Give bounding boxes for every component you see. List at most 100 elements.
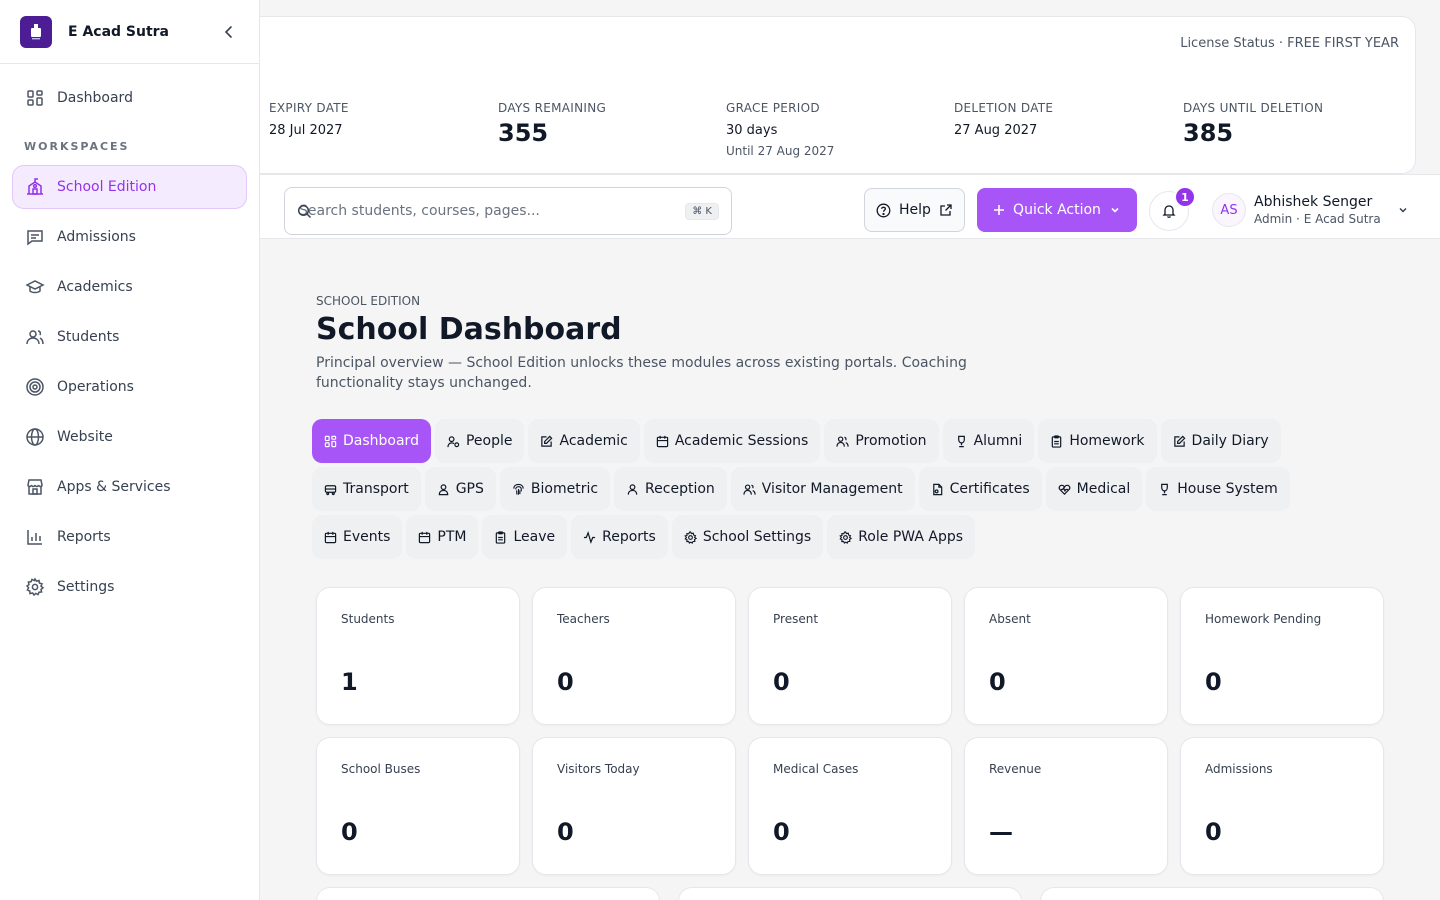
sidebar-item-label: Operations [57,379,134,395]
card-label: Admissions [1205,762,1273,776]
tab-label: Events [343,529,391,545]
tab-ptm[interactable]: PTM [406,515,479,559]
sidebar-item-academics[interactable]: Academics [12,265,247,309]
notifications-button[interactable]: 1 [1149,186,1196,231]
tab-role-pwa-apps[interactable]: Role PWA Apps [827,515,976,559]
tab-academic-sessions[interactable]: Academic Sessions [643,419,821,463]
users-icon [743,483,756,495]
user-icon [627,483,638,495]
days-remaining-stat: DAYS REMAINING 355 [498,101,606,147]
days-until-deletion-stat: DAYS UNTIL DELETION 385 [1183,101,1323,147]
tab-label: Leave [513,529,556,545]
sidebar: E Acad Sutra Dashboard WORKSPACES School… [0,0,260,900]
stat-card-school-buses: School Buses 0 [316,737,520,875]
sidebar-item-label: Reports [57,529,111,545]
tab-leave[interactable]: Leave [482,515,568,559]
tab-gps[interactable]: GPS [424,467,496,511]
sidebar-item-reports[interactable]: Reports [12,515,247,559]
tab-visitor-management[interactable]: Visitor Management [730,467,915,511]
tab-house-system[interactable]: House System [1146,467,1290,511]
panel-card [316,887,660,900]
sidebar-item-label: Admissions [57,229,136,245]
tab-reports[interactable]: Reports [571,515,668,559]
page-title: School Dashboard [316,312,622,347]
calendar-icon [324,531,337,543]
help-button[interactable]: Help [864,188,965,232]
sidebar-item-school-edition[interactable]: School Edition [12,165,247,209]
card-value: 0 [1205,818,1222,846]
sidebar-item-apps-services[interactable]: Apps & Services [12,465,247,509]
stat-value: 30 days [726,123,778,138]
sidebar-item-dashboard[interactable]: Dashboard [12,76,247,120]
lower-panels [316,887,1384,900]
sidebar-section-label: WORKSPACES [24,140,130,153]
tab-biometric[interactable]: Biometric [499,467,611,511]
tab-school-settings[interactable]: School Settings [671,515,824,559]
store-icon [27,479,43,495]
stat-card-revenue: Revenue — [964,737,1168,875]
panel-card [1040,887,1384,900]
tab-label: Dashboard [343,433,419,449]
file-icon [932,483,942,495]
user-menu[interactable]: AS Abhishek Senger Admin · E Acad Sutra [1212,193,1409,227]
tab-daily-diary[interactable]: Daily Diary [1160,419,1281,463]
stat-value: 28 Jul 2027 [269,123,343,138]
stats-grid: Students 1 Teachers 0 Present 0 Absent 0… [316,587,1384,875]
graduation-cap-icon [25,280,45,294]
tab-promotion[interactable]: Promotion [824,419,939,463]
sidebar-item-label: Website [57,429,113,445]
target-icon [26,378,44,396]
sidebar-item-website[interactable]: Website [12,415,247,459]
tab-dashboard[interactable]: Dashboard [312,419,431,463]
sidebar-item-admissions[interactable]: Admissions [12,215,247,259]
sidebar-item-students[interactable]: Students [12,315,247,359]
tab-medical[interactable]: Medical [1045,467,1143,511]
card-value: 0 [989,668,1006,696]
clipboard-icon [1052,434,1062,448]
stat-value: 27 Aug 2027 [954,123,1038,138]
tab-label: Transport [343,481,409,497]
search-input[interactable] [299,203,669,219]
chevron-down-icon [1111,207,1119,213]
tab-events[interactable]: Events [312,515,403,559]
brand-logo [20,15,52,48]
users-icon [836,435,850,447]
quick-action-button[interactable]: Quick Action [977,188,1137,232]
search-shortcut: ⌘ K [685,202,719,220]
license-status: License Status · FREE FIRST YEAR [1180,36,1399,51]
tab-people[interactable]: People [434,419,525,463]
tab-label: School Settings [702,529,812,545]
tab-label: Daily Diary [1191,433,1269,449]
stat-subtext: Until 27 Aug 2027 [726,144,835,158]
page-header: SCHOOL EDITION School Dashboard Principa… [316,294,1386,393]
sidebar-nav: Dashboard WORKSPACES School Edition Admi… [0,64,259,609]
card-value: 0 [557,818,574,846]
tab-label: Promotion [855,433,927,449]
tab-label: House System [1177,481,1278,497]
tab-homework[interactable]: Homework [1038,419,1157,463]
license-panel: License Status · FREE FIRST YEAR EXPIRY … [260,16,1416,174]
card-label: Teachers [557,612,610,626]
collapse-sidebar-button[interactable] [219,22,239,42]
tab-transport[interactable]: Transport [312,467,421,511]
quick-action-label: Quick Action [1013,202,1101,218]
gear-icon [684,530,697,544]
deletion-date-stat: DELETION DATE 27 Aug 2027 [954,101,1053,138]
card-value: 0 [773,818,790,846]
stat-card-visitors-today: Visitors Today 0 [532,737,736,875]
stat-card-homework-pending: Homework Pending 0 [1180,587,1384,725]
user-role: Admin · E Acad Sutra [1254,212,1381,226]
search-box[interactable]: ⌘ K [284,187,732,235]
tab-label: Academic [559,433,628,449]
card-label: Homework Pending [1205,612,1322,626]
heart-icon [1058,484,1071,495]
sidebar-item-label: School Edition [57,179,157,195]
tab-reception[interactable]: Reception [614,467,727,511]
tab-label: Alumni [973,433,1023,449]
sidebar-item-operations[interactable]: Operations [12,365,247,409]
tab-academic[interactable]: Academic [528,419,640,463]
tab-certificates[interactable]: Certificates [918,467,1042,511]
sidebar-item-settings[interactable]: Settings [12,565,247,609]
tab-alumni[interactable]: Alumni [942,419,1035,463]
stat-value: 385 [1183,119,1234,147]
